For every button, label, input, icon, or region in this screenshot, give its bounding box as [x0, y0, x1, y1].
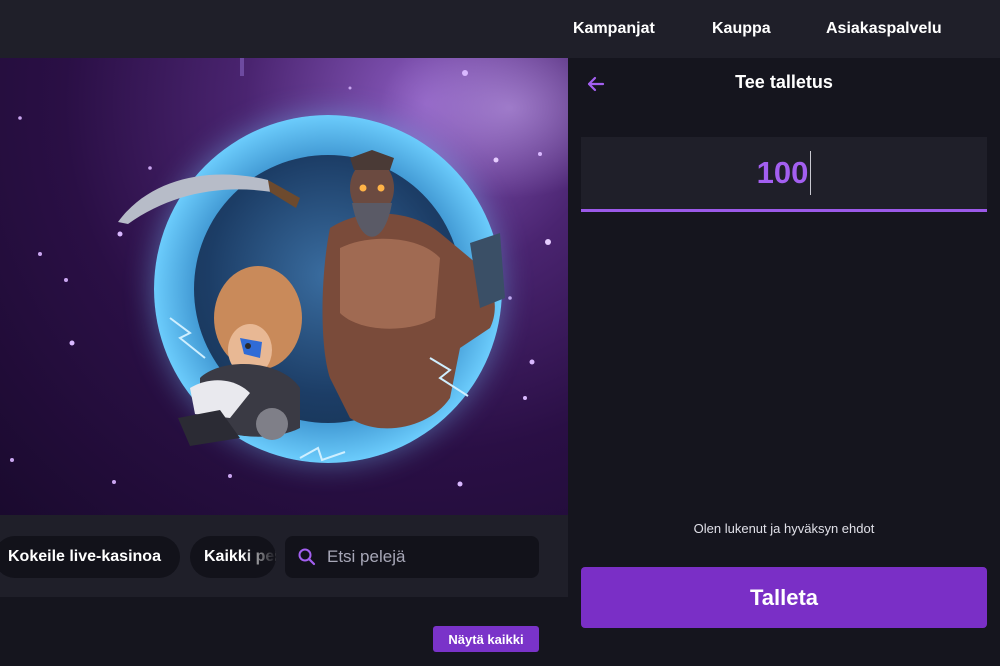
nav-asiakaspalvelu[interactable]: Asiakaspalvelu — [826, 0, 942, 58]
deposit-amount-field[interactable]: 100 — [581, 137, 987, 212]
deposit-title: Tee talletus — [735, 72, 833, 92]
all-games-label: Kaikki pelit — [204, 548, 276, 565]
deposit-amount-value: 100 — [756, 155, 809, 190]
game-search-box[interactable] — [285, 536, 539, 578]
live-casino-button[interactable]: Kokeile live-kasinoa — [0, 536, 180, 578]
search-icon — [298, 548, 316, 566]
search-input[interactable] — [327, 547, 517, 567]
terms-acceptance-text[interactable]: Olen lukenut ja hyväksyn ehdot — [568, 521, 1000, 536]
nav-kauppa[interactable]: Kauppa — [712, 0, 771, 58]
all-games-tab[interactable]: Kaikki pelit — [190, 536, 276, 578]
deposit-panel: Tee talletus 100 Olen lukenut ja hyväksy… — [568, 58, 1000, 666]
nav-kampanjat[interactable]: Kampanjat — [573, 0, 655, 58]
show-all-button[interactable]: Näytä kaikki — [433, 626, 539, 652]
game-hero-banner[interactable] — [0, 58, 568, 515]
deposit-submit-button[interactable]: Talleta — [581, 567, 987, 628]
text-caret — [810, 151, 812, 195]
viking-characters-illustration — [118, 150, 505, 462]
game-list-section: Näytä kaikki — [0, 597, 568, 666]
game-filter-bar: Kokeile live-kasinoa Kaikki pelit — [0, 515, 568, 597]
top-navigation-bar: Kampanjat Kauppa Asiakaspalvelu — [0, 0, 1000, 58]
